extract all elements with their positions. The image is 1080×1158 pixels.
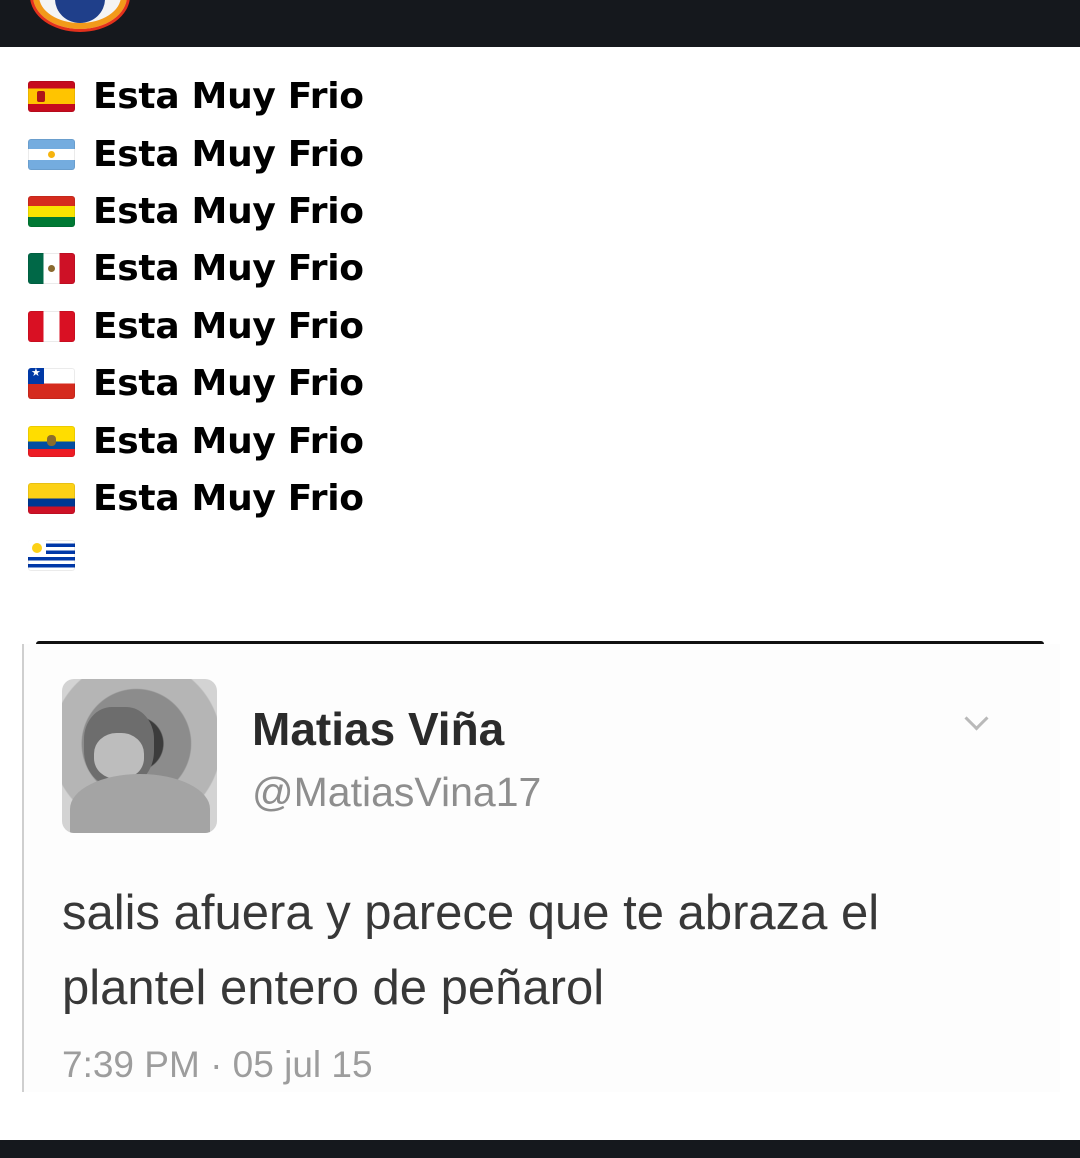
app-bottom-bar	[0, 1140, 1080, 1158]
tweet-text: salis afuera y parece que te abraza el p…	[62, 876, 1022, 1026]
meme-line: Esta Muy Frio	[28, 183, 364, 240]
meme-line-text: Esta Muy Frio	[93, 363, 364, 405]
chile-flag-icon	[28, 368, 75, 400]
meme-line: Esta Muy Frio	[28, 470, 364, 527]
meme-line-text: Esta Muy Frio	[93, 133, 364, 175]
meme-line-text: Esta Muy Frio	[93, 420, 364, 462]
uruguay-flag-icon	[28, 540, 75, 572]
tweet-author-handle[interactable]: @MatiasVina17	[252, 769, 541, 816]
meme-line-text: Esta Muy Frio	[93, 477, 364, 519]
meme-line: Esta Muy Frio	[28, 298, 364, 355]
app-top-bar	[0, 0, 1080, 47]
mexico-flag-icon	[28, 253, 75, 285]
ecuador-flag-icon	[28, 425, 75, 457]
meme-line: Esta Muy Frio	[28, 68, 364, 125]
tweet-card: Matias Viña @MatiasVina17 salis afuera y…	[22, 644, 1060, 1092]
meme-line-text: Esta Muy Frio	[93, 248, 364, 290]
meme-line-text: Esta Muy Frio	[93, 76, 364, 118]
avatar-hood	[70, 774, 210, 833]
tweet-timestamp: 7:39 PM · 05 jul 15	[62, 1044, 373, 1085]
colombia-flag-icon	[28, 482, 75, 514]
argentina-flag-icon	[28, 138, 75, 170]
meme-line-text: Esta Muy Frio	[93, 190, 364, 232]
meme-line-text: Esta Muy Frio	[93, 305, 364, 347]
meme-line: Esta Muy Frio	[28, 240, 364, 297]
peru-flag-icon	[28, 310, 75, 342]
profile-logo-icon[interactable]	[30, 0, 130, 32]
avatar[interactable]	[62, 679, 217, 833]
meme-line: Esta Muy Frio	[28, 412, 364, 469]
meme-line: Esta Muy Frio	[28, 125, 364, 182]
meme-line	[28, 527, 364, 584]
logo-center	[55, 0, 105, 23]
meme-text-list: Esta Muy Frio Esta Muy Frio Esta Muy Fri…	[28, 68, 364, 585]
tweet-text-line-1: salis afuera y parece que te abraza el	[62, 886, 880, 940]
tweet-author-name[interactable]: Matias Viña	[252, 702, 504, 756]
tweet-text-line-2: plantel entero de peñarol	[62, 961, 605, 1015]
bolivia-flag-icon	[28, 195, 75, 227]
chevron-down-icon[interactable]	[964, 706, 989, 731]
meme-line: Esta Muy Frio	[28, 355, 364, 412]
spain-flag-icon	[28, 81, 75, 113]
